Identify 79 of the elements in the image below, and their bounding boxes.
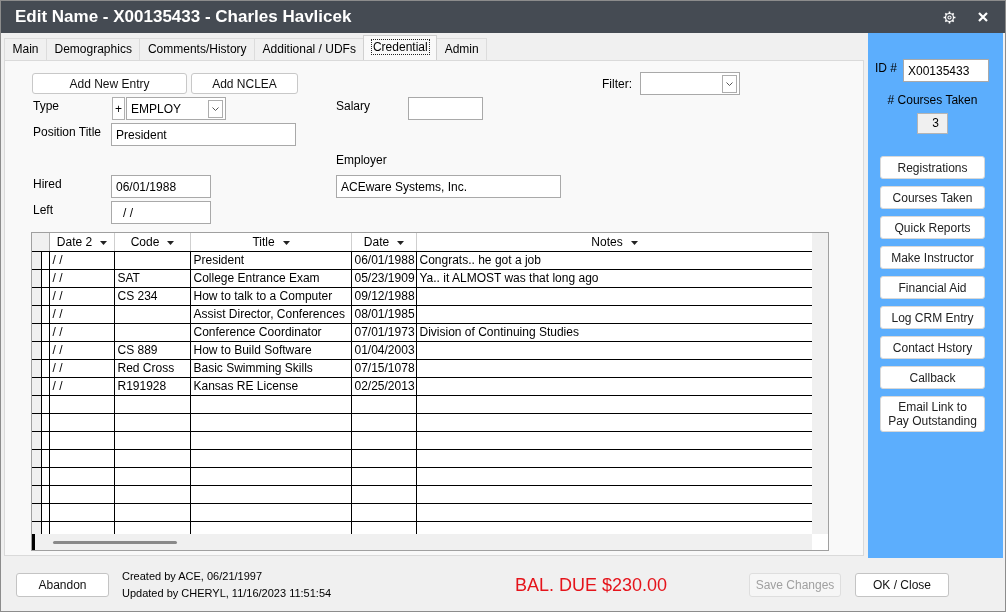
table-cell: SAT <box>114 269 190 287</box>
abandon-button[interactable]: Abandon <box>16 572 109 597</box>
position-title-field[interactable]: President <box>111 123 296 146</box>
table-cell: How to talk to a Computer <box>190 287 351 305</box>
column-header[interactable]: Title <box>190 233 351 251</box>
table-cell: College Entrance Exam <box>190 269 351 287</box>
sidebar-button[interactable]: Contact Hstory <box>880 336 985 359</box>
created-by-text: Created by ACE, 06/21/1997 <box>122 569 263 584</box>
courses-taken-label: # Courses Taken <box>887 93 978 107</box>
table-cell: 07/01/1973 <box>351 323 416 341</box>
sidebar-button[interactable]: Financial Aid <box>880 276 985 299</box>
table-cell: / / <box>49 305 114 323</box>
position-title-label: Position Title <box>33 124 103 141</box>
table-cell: 09/12/1988 <box>351 287 416 305</box>
table-cell: / / <box>49 287 114 305</box>
table-cell: CS 889 <box>114 341 190 359</box>
table-cell: President <box>190 251 351 269</box>
updated-by-text: Updated by CHERYL, 11/16/2023 11:51:54 <box>122 586 332 601</box>
employer-field[interactable]: ACEware Systems, Inc. <box>336 175 561 198</box>
employer-label: Employer <box>336 153 387 169</box>
table-cell: / / <box>49 269 114 287</box>
table-cell: 07/15/1078 <box>351 359 416 377</box>
hired-date-field[interactable]: 06/01/1988 <box>111 175 211 198</box>
add-nclea-button[interactable]: Add NCLEA <box>191 73 298 94</box>
caret-down-icon[interactable] <box>397 240 405 245</box>
salary-field[interactable] <box>408 97 483 120</box>
table-cell: 06/01/1988 <box>351 251 416 269</box>
caret-down-icon[interactable] <box>100 240 108 245</box>
table-cell: / / <box>49 251 114 269</box>
left-date-field[interactable]: / / <box>111 201 211 224</box>
gear-icon[interactable] <box>943 10 956 24</box>
sidebar-button[interactable]: Quick Reports <box>880 216 985 239</box>
table-cell: 05/23/1909 <box>351 269 416 287</box>
table-cell: How to Build Software <box>190 341 351 359</box>
table-cell: Basic Swimming Skills <box>190 359 351 377</box>
close-icon[interactable] <box>978 12 988 22</box>
filter-label: Filter: <box>602 76 632 91</box>
caret-down-icon[interactable] <box>282 240 290 245</box>
column-header[interactable]: Date <box>351 233 416 251</box>
sidebar-button[interactable]: Courses Taken <box>880 186 985 209</box>
table-cell: Kansas RE License <box>190 377 351 395</box>
vertical-scrollbar[interactable] <box>812 233 828 534</box>
table-cell: 02/25/2013 <box>351 377 416 395</box>
table-cell: 01/04/2003 <box>351 341 416 359</box>
table-cell: / / <box>49 359 114 377</box>
column-header[interactable]: Date 2 <box>49 233 114 251</box>
hired-label: Hired <box>33 176 63 193</box>
table-cell: Assist Director, Conferences <box>190 305 351 323</box>
sidebar-button[interactable]: Make Instructor <box>880 246 985 269</box>
salary-label: Salary <box>336 98 371 115</box>
table-cell: / / <box>49 341 114 359</box>
type-select[interactable]: EMPLOY <box>126 97 226 120</box>
type-label: Type <box>33 98 60 115</box>
tab[interactable]: Main <box>4 38 47 60</box>
column-header[interactable]: Code <box>114 233 190 251</box>
table-cell: Conference Coordinator <box>190 323 351 341</box>
ok-close-button[interactable]: OK / Close <box>855 572 949 597</box>
courses-taken-count-field: 3 <box>917 113 948 134</box>
tab[interactable]: Admin <box>436 38 488 60</box>
table-cell: CS 234 <box>114 287 190 305</box>
table-cell: 08/01/1985 <box>351 305 416 323</box>
add-type-button[interactable]: + <box>112 97 125 120</box>
sidebar-button[interactable]: Email Link to Pay Outstanding <box>880 396 985 432</box>
tab[interactable]: Credential <box>363 35 438 60</box>
caret-down-icon[interactable] <box>167 240 175 245</box>
caret-down-icon[interactable] <box>630 240 638 245</box>
balance-due-text: BAL. DUE $230.00 <box>515 575 668 596</box>
sidebar-button[interactable]: Registrations <box>880 156 985 179</box>
table-cell: Red Cross <box>114 359 190 377</box>
table-cell: R191928 <box>114 377 190 395</box>
sidebar-button[interactable]: Callback <box>880 366 985 389</box>
sidebar-button[interactable]: Log CRM Entry <box>880 306 985 329</box>
window-title: Edit Name - X00135433 - Charles Havlicek <box>15 7 352 27</box>
left-label: Left <box>33 202 54 219</box>
id-label: ID # <box>874 60 898 77</box>
table-cell: / / <box>49 323 114 341</box>
table-cell: / / <box>49 377 114 395</box>
add-new-entry-button[interactable]: Add New Entry <box>32 73 187 94</box>
id-field[interactable]: X00135433 <box>903 59 989 82</box>
